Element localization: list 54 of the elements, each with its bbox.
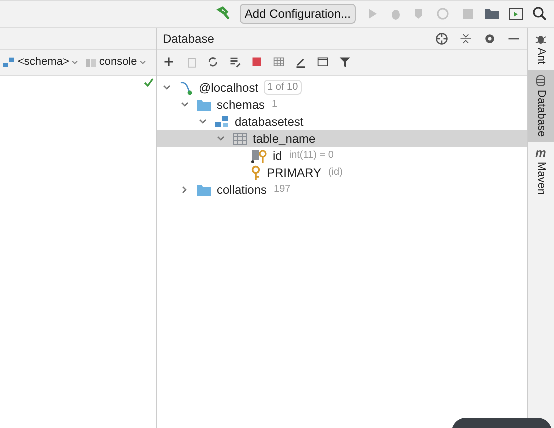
node-detail: 1 [272, 98, 278, 112]
chevron-down-icon[interactable] [198, 116, 208, 126]
tree-row[interactable]: PRIMARY (id) [157, 164, 527, 181]
node-label: PRIMARY [267, 164, 322, 182]
connection-icon [178, 80, 194, 96]
key-icon [250, 164, 262, 180]
chevron-down-icon [71, 58, 80, 66]
maven-icon: m [536, 146, 546, 159]
node-label: databasetest [235, 114, 304, 130]
schema-dropdown[interactable]: <schema> [2, 54, 80, 71]
column-key-icon [250, 148, 268, 164]
chevron-down-icon [139, 58, 148, 66]
node-label: id [273, 148, 282, 164]
console-icon [85, 56, 98, 68]
side-tab[interactable]: Ant [528, 28, 554, 70]
console-icon[interactable] [317, 56, 331, 70]
search-icon[interactable] [532, 6, 548, 22]
node-label: schemas [217, 96, 266, 114]
tree-row[interactable]: @localhost 1 of 10 [157, 79, 527, 96]
crosshair-icon[interactable] [435, 32, 449, 46]
chevron-down-icon[interactable] [180, 100, 190, 110]
tree-row[interactable]: table_name [157, 130, 527, 147]
tree-row[interactable]: id int(11) = 0 [157, 147, 527, 164]
node-detail: 197 [274, 183, 291, 197]
tree-row[interactable]: schemas 1 [157, 96, 527, 113]
folder-icon [196, 98, 212, 112]
node-label: collations [217, 182, 268, 198]
check-icon [144, 78, 154, 88]
settings-icon[interactable] [483, 32, 497, 46]
hammer-icon[interactable] [216, 6, 232, 22]
database-icon [536, 74, 546, 87]
node-detail: int(11) = 0 [289, 149, 334, 163]
node-label: @localhost [199, 80, 259, 96]
table-icon[interactable] [273, 56, 287, 70]
side-tab[interactable]: Database [528, 70, 554, 142]
schema-icon [2, 56, 16, 68]
node-detail: (id) [328, 166, 343, 180]
run-configuration-button[interactable]: Add Configuration... [240, 4, 356, 24]
schema-icon [214, 114, 230, 128]
side-tab[interactable]: m Maven [528, 142, 554, 200]
folder-icon[interactable] [484, 6, 500, 22]
filter-icon[interactable] [339, 56, 353, 70]
chevron-down-icon[interactable] [216, 134, 226, 144]
tree-row[interactable]: databasetest [157, 113, 527, 130]
count-badge: 1 of 10 [264, 80, 302, 95]
console-dropdown[interactable]: console [85, 54, 148, 71]
folder-icon [196, 182, 212, 196]
chevron-down-icon[interactable] [162, 82, 172, 92]
table-icon [232, 132, 248, 146]
window-icon[interactable] [508, 6, 524, 22]
collapse-icon[interactable] [459, 32, 473, 46]
panel-title: Database [163, 30, 216, 48]
tree-row[interactable]: collations 197 [157, 181, 527, 198]
node-label: table_name [253, 130, 316, 148]
